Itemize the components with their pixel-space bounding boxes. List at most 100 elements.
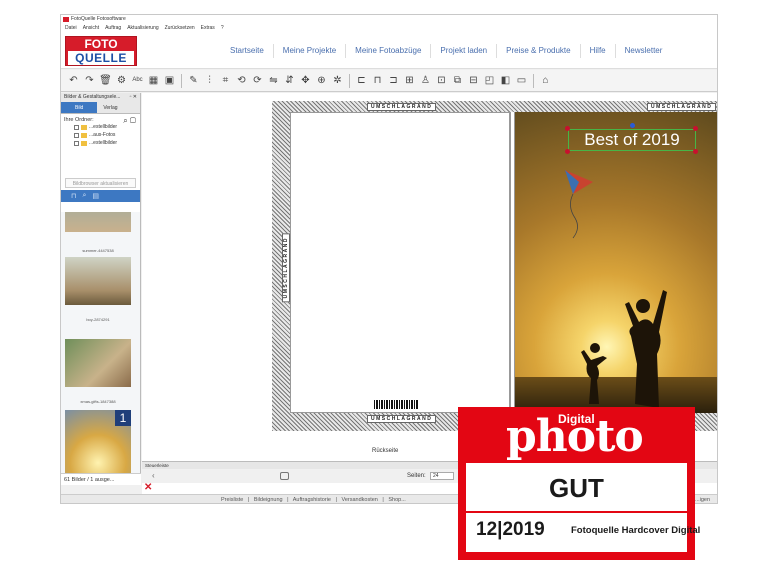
distribute-icon[interactable]: ⊞ [403, 74, 416, 87]
resize-handle[interactable] [693, 126, 698, 131]
footer-link-bildeignung[interactable]: Bildeignung [254, 497, 283, 503]
editor-canvas[interactable]: Best of 2019 UMSCHLAGRAND UMSCHLAGRAND U… [142, 93, 717, 461]
nav-preise-produkte[interactable]: Preise & Produkte [497, 44, 581, 58]
footer-link-shop[interactable]: Shop... [388, 497, 405, 503]
layer-icon[interactable]: ♙ [419, 74, 432, 87]
rotate-left-icon[interactable]: ⟲ [235, 74, 248, 87]
resize-handle[interactable] [693, 149, 698, 154]
fotoquelle-logo[interactable]: FOTO QUELLE [65, 36, 137, 66]
book-icon[interactable]: ◧ [499, 74, 512, 87]
folder-item[interactable]: ...estellbilder [64, 139, 137, 147]
redo-icon[interactable]: ↷ [83, 74, 96, 87]
menu-help[interactable]: ? [221, 24, 224, 33]
gear-icon[interactable]: ✲ [331, 74, 344, 87]
rotate-right-icon[interactable]: ⟳ [251, 74, 264, 87]
adjust-icon[interactable]: ⫶ [203, 74, 216, 87]
camera-icon[interactable] [280, 472, 289, 480]
frame-icon[interactable]: ▣ [163, 74, 176, 87]
tab-verlag[interactable]: Verlag [97, 102, 123, 113]
cover-margin-label-left: UMSCHLAGRAND [282, 233, 290, 303]
cart-icon[interactable]: ⌂ [539, 74, 552, 87]
list-icon[interactable]: ▤ [92, 192, 99, 200]
panel-tabs: Bild Verlag [61, 102, 140, 114]
paste-icon[interactable]: ⊟ [467, 74, 480, 87]
search-icon[interactable]: ⌕ [82, 192, 86, 200]
rotate-handle[interactable] [630, 123, 635, 128]
nav-startseite[interactable]: Startseite [221, 44, 274, 58]
toolbar: ↶ ↷ 🗑 ⚙ Abc ▦ ▣ ✎ ⫶ ⌗ ⟲ ⟳ ⇋ ⇵ ✥ ⊕ ✲ ⊏ ⊓ … [61, 70, 717, 92]
menu-extras[interactable]: Extras [201, 24, 215, 33]
badge-divider [466, 511, 687, 513]
copy-icon[interactable]: ⧉ [451, 74, 464, 87]
refresh-button[interactable]: Bildbrowser aktualisieren [65, 178, 136, 188]
cover-margin-label-top: UMSCHLAGRAND [367, 103, 437, 111]
cover-photo [565, 170, 667, 408]
footer-link-preisliste[interactable]: Preisliste [221, 497, 243, 503]
align-right-icon[interactable]: ⊐ [387, 74, 400, 87]
nav-newsletter[interactable]: Newsletter [616, 44, 672, 58]
checkbox[interactable] [74, 124, 79, 130]
footer-link-versandkosten[interactable]: Versandkosten [341, 497, 377, 503]
move-icon[interactable]: ✥ [299, 74, 312, 87]
menu-ansicht[interactable]: Ansicht [83, 24, 99, 33]
nav-projekt-laden[interactable]: Projekt laden [431, 44, 498, 58]
badge-rating: GUT [549, 473, 604, 503]
menu-bar: Datei Ansicht Auftrag Aktualisierung Zur… [61, 24, 717, 33]
resize-handle[interactable] [565, 149, 570, 154]
edit-icon[interactable]: ✎ [187, 74, 200, 87]
crop-icon[interactable]: ⌗ [219, 74, 232, 87]
settings-icon[interactable]: ⚙ [115, 74, 128, 87]
menu-aktualisierung[interactable]: Aktualisierung [127, 24, 158, 33]
align-left-icon[interactable]: ⊏ [355, 74, 368, 87]
toolbar-separator [533, 73, 534, 88]
page-icon[interactable]: ▭ [515, 74, 528, 87]
footer-link-auftragshistorie[interactable]: Auftragshistorie [293, 497, 331, 503]
tab-bild[interactable]: Bild [61, 102, 98, 113]
thumbnail-item[interactable]: summer-4447538 [65, 212, 131, 253]
front-cover-page[interactable]: Best of 2019 [515, 112, 717, 413]
panel-header: Bilder & Gestaltungsele... ▫ ✕ [61, 93, 140, 102]
image-count-status: 61 Bilder / 1 ausge... [61, 473, 141, 485]
badge-brand-subtitle: Digital [558, 412, 595, 426]
navigation-bar: FOTO QUELLE Startseite Meine Projekte Me… [61, 33, 717, 69]
selection-number: 1 [115, 410, 131, 426]
close-icon[interactable]: ✕ [144, 482, 152, 493]
menu-datei[interactable]: Datei [65, 24, 77, 33]
back-cover-page[interactable] [290, 112, 510, 413]
thumbnail-item-selected[interactable]: 1 kite-5088674 [65, 410, 131, 473]
flip-vertical-icon[interactable]: ⇵ [283, 74, 296, 87]
undo-icon[interactable]: ↶ [67, 74, 80, 87]
folder-item[interactable]: ...aus-Fotos [64, 131, 137, 139]
nav-meine-projekte[interactable]: Meine Projekte [274, 44, 347, 58]
chevron-left-icon[interactable]: ‹ [152, 469, 155, 483]
menu-zuruecksetzen[interactable]: Zurücksetzen [165, 24, 195, 33]
cover-title-text[interactable]: Best of 2019 [568, 129, 696, 151]
thumbnail-item[interactable]: xmas-gifts-1847388 [65, 339, 131, 404]
footer-link-tail[interactable]: ...igen [695, 495, 710, 503]
nav-hilfe[interactable]: Hilfe [581, 44, 616, 58]
flip-horizontal-icon[interactable]: ⇋ [267, 74, 280, 87]
pages-select[interactable]: 24 [430, 472, 454, 480]
arrange-icon[interactable]: ◰ [483, 74, 496, 87]
grid-icon[interactable]: ▦ [147, 74, 160, 87]
menu-auftrag[interactable]: Auftrag [105, 24, 121, 33]
badge-product: Fotoquelle Hardcover Digital [571, 525, 701, 536]
lock-icon[interactable]: ⊓ [71, 192, 76, 200]
align-center-icon[interactable]: ⊓ [371, 74, 384, 87]
group-icon[interactable]: ⊡ [435, 74, 448, 87]
thumbnail-item[interactable]: boy-2874291 [65, 257, 131, 322]
barcode [374, 400, 418, 409]
nav-links: Startseite Meine Projekte Meine Fotoabzü… [221, 33, 671, 69]
align-icon[interactable]: ⊕ [315, 74, 328, 87]
folder-search-icon[interactable]: ⌕ ▢ [123, 116, 136, 126]
panel-close-icon[interactable]: ▫ ✕ [130, 93, 137, 102]
text-button[interactable]: Abc [131, 74, 144, 87]
nav-meine-fotoabzuege[interactable]: Meine Fotoabzüge [346, 44, 432, 58]
delete-icon[interactable]: 🗑 [99, 74, 112, 87]
resize-handle[interactable] [565, 126, 570, 131]
cover-margin-label-bottom: UMSCHLAGRAND [367, 415, 437, 423]
thumbnail-image [65, 339, 131, 387]
folder-icon [81, 124, 87, 130]
checkbox[interactable] [74, 140, 79, 146]
checkbox[interactable] [74, 132, 79, 138]
